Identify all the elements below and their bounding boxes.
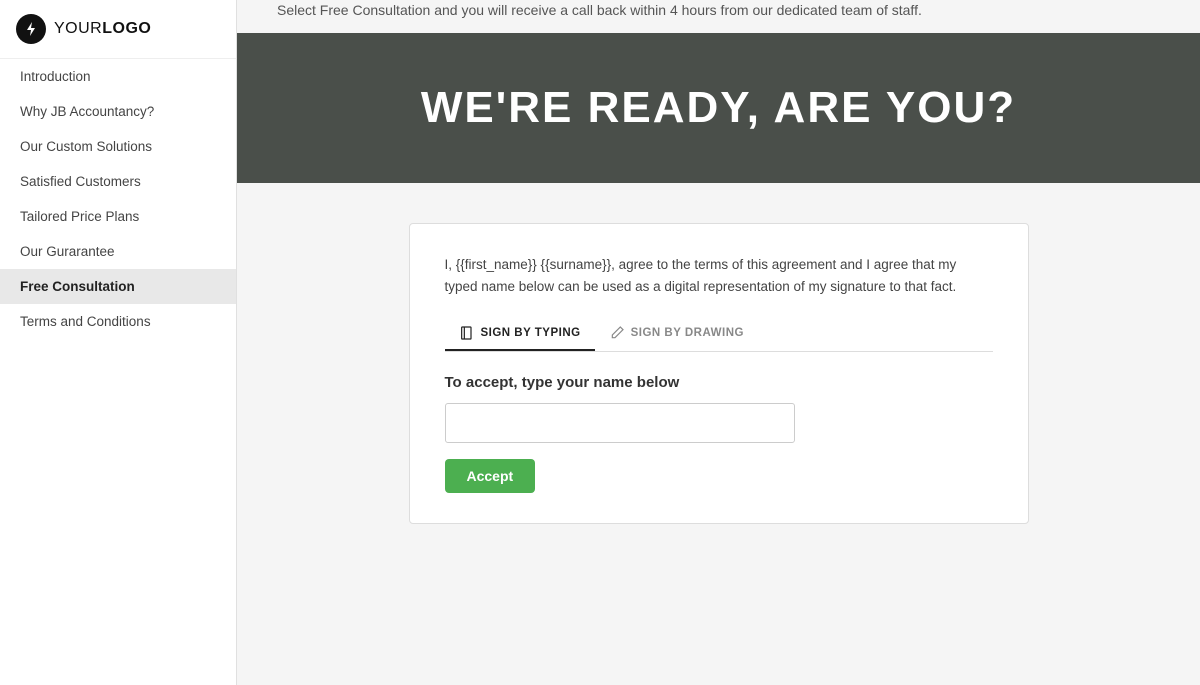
tab-sign-by-drawing[interactable]: SIGN BY DRAWING [595, 317, 758, 351]
tab-sign-by-typing[interactable]: SIGN BY TYPING [445, 317, 595, 351]
logo-icon [16, 14, 46, 44]
logo-logo: LOGO [102, 20, 151, 37]
sidebar-item-terms[interactable]: Terms and Conditions [0, 304, 236, 339]
book-icon [459, 325, 475, 341]
lightning-icon [23, 21, 39, 37]
content-section: I, {{first_name}} {{surname}}, agree to … [237, 183, 1200, 564]
sidebar-item-customers[interactable]: Satisfied Customers [0, 164, 236, 199]
sidebar-item-why-jb[interactable]: Why JB Accountancy? [0, 94, 236, 129]
hero-title: WE'RE READY, ARE YOU? [421, 83, 1016, 133]
sidebar-item-guarantee[interactable]: Our Gurarantee [0, 234, 236, 269]
logo-area: YOURLOGO [0, 0, 236, 59]
top-strip-text: Select Free Consultation and you will re… [277, 0, 1160, 21]
hero-banner: WE'RE READY, ARE YOU? [237, 33, 1200, 183]
main-content: Select Free Consultation and you will re… [237, 0, 1200, 685]
top-strip: Select Free Consultation and you will re… [237, 0, 1200, 33]
name-input[interactable] [445, 403, 795, 443]
logo-text: YOURLOGO [54, 20, 151, 38]
sign-tabs: SIGN BY TYPING SIGN BY DRAWING [445, 317, 993, 352]
accept-button[interactable]: Accept [445, 459, 536, 493]
logo-your: YOUR [54, 20, 102, 37]
pen-icon [609, 325, 625, 341]
accept-label: To accept, type your name below [445, 374, 993, 391]
sidebar-item-free-consultation[interactable]: Free Consultation [0, 269, 236, 304]
sidebar-item-price-plans[interactable]: Tailored Price Plans [0, 199, 236, 234]
sidebar: YOURLOGO Introduction Why JB Accountancy… [0, 0, 237, 685]
sidebar-item-introduction[interactable]: Introduction [0, 59, 236, 94]
tab-typing-label: SIGN BY TYPING [481, 327, 581, 339]
agreement-text: I, {{first_name}} {{surname}}, agree to … [445, 254, 993, 297]
signature-card: I, {{first_name}} {{surname}}, agree to … [409, 223, 1029, 524]
sidebar-item-custom-solutions[interactable]: Our Custom Solutions [0, 129, 236, 164]
tab-drawing-label: SIGN BY DRAWING [631, 327, 744, 339]
